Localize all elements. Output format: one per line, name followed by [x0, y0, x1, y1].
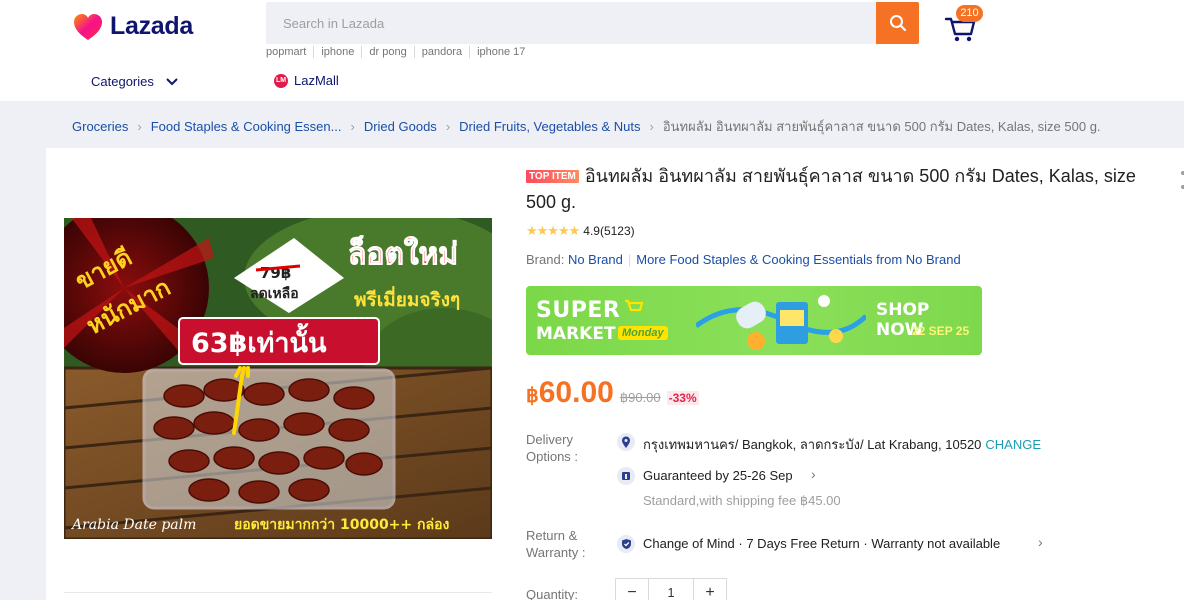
current-price: ฿60.00 [526, 376, 614, 410]
breadcrumb-link[interactable]: Food Staples & Cooking Essen... [151, 119, 342, 134]
image-subline: พรีเมี่ยมจริงๆ [354, 286, 460, 311]
banner-products-illustration [696, 295, 866, 350]
lazada-logo[interactable]: Lazada [72, 12, 193, 41]
product-image[interactable]: ขายดี หนักมาก 79฿ ลดเหลือ ล็อตใหม่ พรีเม… [64, 218, 492, 539]
keyword-link[interactable]: iphone 17 [469, 46, 532, 58]
chevron-right-icon[interactable]: › [811, 466, 816, 482]
chevron-right-icon[interactable]: › [1038, 534, 1043, 550]
lazmall-icon: LM [274, 73, 288, 88]
quantity-increase-button[interactable]: + [694, 579, 726, 600]
keyword-link[interactable]: popmart [266, 46, 313, 58]
quantity-stepper: − 1 + [615, 578, 727, 600]
quantity-label: Quantity: [526, 587, 579, 600]
breadcrumb-link[interactable]: Groceries [72, 119, 128, 134]
chevron-right-icon: › [350, 119, 355, 134]
image-remaining-label: ลดเหลือ [250, 286, 299, 302]
chevron-down-icon [166, 77, 178, 85]
brand-label: Brand: [526, 252, 565, 267]
discount-badge: -33% [666, 391, 699, 405]
banner-line-2: MARKET [536, 324, 616, 344]
breadcrumb-link[interactable]: Dried Goods [364, 119, 437, 134]
site-header: Lazada 210 popmart iphone dr pong pandor… [0, 0, 1184, 101]
top-item-badge: TOP ITEM [526, 170, 579, 183]
keyword-link[interactable]: pandora [413, 46, 469, 58]
banner-line-1: SUPER [536, 298, 621, 323]
chevron-right-icon: › [445, 119, 451, 134]
change-address-link[interactable]: CHANGE [985, 437, 1041, 452]
currency-symbol: ฿ [526, 385, 539, 407]
search-icon [889, 15, 906, 32]
brand-link[interactable]: No Brand [568, 252, 623, 267]
shield-icon [617, 535, 635, 553]
price-row: ฿60.00 ฿90.00 -33% [526, 376, 699, 410]
location-pin-icon [617, 433, 635, 451]
categories-dropdown[interactable]: Categories [91, 74, 178, 89]
product-title-text: อินทผลัม อินทผาลัม สายพันธุ์คาลาส ขนาด 5… [526, 166, 1136, 212]
quantity-input[interactable]: 1 [648, 579, 694, 600]
keyword-link[interactable]: iphone [313, 46, 361, 58]
banner-date: 22 SEP 25 [912, 324, 970, 338]
product-photo: ขายดี หนักมาก 79฿ ลดเหลือ ล็อตใหม่ พรีเม… [64, 218, 492, 539]
delivery-guarantee[interactable]: Guaranteed by 25-26 Sep [643, 468, 793, 483]
warranty-label: Return & Warranty : [526, 528, 586, 560]
rating-value: 4.9(5123) [583, 224, 635, 238]
image-footer-right: ยอดขายมากกว่า 10000++ กล่อง [234, 517, 449, 533]
product-rating[interactable]: ★★★★★ 4.9(5123) [526, 223, 635, 239]
chevron-right-icon: › [137, 119, 142, 134]
gallery-divider [64, 592, 492, 593]
delivery-address: กรุงเทพมหานคร/ Bangkok, ลาดกระบัง/ Lat K… [643, 434, 1041, 455]
breadcrumb: Groceries › Food Staples & Cooking Essen… [72, 116, 1101, 137]
breadcrumb-current: อินทผลัม อินทผาลัม สายพันธุ์คาลาส ขนาด 5… [662, 119, 1101, 134]
search-button[interactable] [876, 2, 919, 44]
delivery-address-text: กรุงเทพมหานคร/ Bangkok, ลาดกระบัง/ Lat K… [643, 437, 982, 452]
logo-text: Lazada [110, 12, 193, 40]
lazada-heart-icon [74, 13, 102, 40]
delivery-label: Delivery Options : [526, 432, 579, 464]
current-price-value: 60.00 [538, 376, 614, 409]
product-title: TOP ITEM อินทผลัม อินทผาลัม สายพันธุ์คาลา… [526, 163, 1166, 215]
search-bar [266, 2, 876, 44]
image-price-banner: 63฿เท่านั้น [191, 322, 327, 359]
brand-row: Brand: No Brand | More Food Staples & Cook… [526, 252, 961, 267]
lazmall-link[interactable]: LM LazMall [274, 73, 339, 88]
cart-icon [625, 299, 644, 312]
lazmall-label: LazMall [294, 73, 339, 88]
categories-label: Categories [91, 74, 154, 89]
super-market-banner[interactable]: SUPER MARKET Monday SHOP NOW 22 SEP 25 [526, 286, 982, 355]
brand-divider: | [627, 252, 632, 267]
image-headline: ล็อตใหม่ [348, 235, 458, 272]
search-keywords: popmart iphone dr pong pandora iphone 17 [266, 46, 532, 58]
warranty-text[interactable]: Change of Mind · 7 Days Free Return · Wa… [643, 536, 1000, 551]
image-footer-left: Arabia Date palm [70, 517, 196, 533]
breadcrumb-link[interactable]: Dried Fruits, Vegetables & Nuts [459, 119, 640, 134]
quantity-decrease-button[interactable]: − [616, 579, 648, 600]
cart-count-badge: 210 [956, 5, 983, 22]
keyword-link[interactable]: dr pong [361, 46, 413, 58]
banner-tag: Monday [618, 326, 668, 340]
chevron-right-icon: › [649, 119, 654, 134]
original-price: ฿90.00 [619, 390, 661, 405]
brand-more-link[interactable]: More Food Staples & Cooking Essentials f… [636, 252, 960, 267]
shipping-fee: Standard,with shipping fee ฿45.00 [643, 493, 841, 508]
search-input[interactable] [266, 2, 876, 44]
star-rating-icon: ★★★★★ [526, 223, 580, 238]
guarantee-icon [617, 467, 635, 485]
share-icon-partial[interactable] [1178, 165, 1184, 195]
